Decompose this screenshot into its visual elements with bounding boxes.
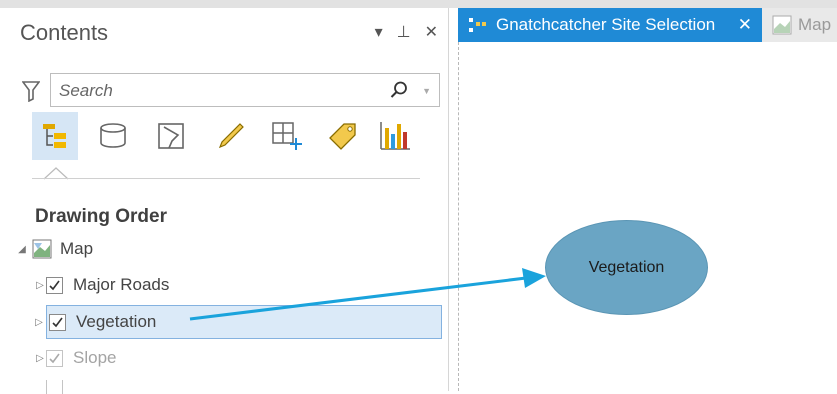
search-icon[interactable] [389,80,409,100]
collapse-triangle-icon[interactable]: ◢ [16,244,28,255]
layout-icon [469,18,486,32]
list-by-source-icon[interactable] [90,112,136,160]
close-pane-icon[interactable]: ✕ [425,22,438,42]
list-by-selection-icon[interactable] [148,112,194,160]
list-by-charts-icon[interactable] [372,112,418,160]
list-by-drawing-order-icon[interactable] [32,112,78,160]
pane-title: Contents [20,20,109,45]
map-icon [772,15,792,35]
layer-row-vegetation[interactable]: ▷ Vegetation [35,305,442,339]
expand-triangle-icon[interactable]: ▷ [34,353,46,364]
layer-label: Major Roads [73,275,170,294]
map-node[interactable]: ◢ Map [16,235,316,263]
layout-view[interactable] [458,42,837,391]
view-tab-strip: Gnatchcatcher Site Selection ✕ Map [458,8,837,42]
top-band [0,0,837,8]
contents-pane: Contents ▾ ⊥ ✕ ▼ [8,8,449,394]
expand-triangle-icon[interactable]: ▷ [33,317,45,328]
drawing-order-heading: Drawing Order [35,206,167,227]
layer-label: Vegetation [76,312,157,331]
list-by-editing-icon[interactable] [208,112,254,160]
tab-gnatchcatcher-site-selection[interactable]: Gnatchcatcher Site Selection ✕ [458,8,762,42]
pane-controls: ▾ ⊥ ✕ [375,22,438,42]
search-box: ▼ [50,73,440,107]
filter-icon[interactable] [22,80,40,102]
layer-visibility-checkbox[interactable] [46,349,63,367]
close-tab-icon[interactable]: ✕ [738,15,752,35]
map-icon [32,239,52,259]
map-label: Map [60,239,94,258]
layer-visibility-checkbox[interactable] [46,380,63,394]
toolbar-divider [32,178,420,179]
layer-label: Slope [73,348,117,367]
layer-visibility-checkbox[interactable] [46,276,63,294]
vegetation-callout: Vegetation [545,220,708,315]
callout-label: Vegetation [588,258,665,276]
pane-menu-icon[interactable]: ▾ [375,22,383,42]
tab-label: Map [798,15,832,34]
layer-row-partial[interactable] [34,380,334,394]
tab-label: Gnatchcatcher Site Selection [496,15,716,34]
tab-map[interactable]: Map [768,8,837,42]
list-by-toolbar [32,112,432,164]
list-by-labeling-icon[interactable] [320,112,366,160]
search-input[interactable] [57,78,381,104]
layer-visibility-checkbox[interactable] [49,313,66,331]
search-options-icon[interactable]: ▼ [422,86,431,96]
layer-row-slope[interactable]: ▷ Slope [34,344,334,372]
pin-icon[interactable]: ⊥ [397,22,411,42]
list-by-snapping-icon[interactable] [264,112,310,160]
layer-row-major-roads[interactable]: ▷ Major Roads [34,271,334,299]
expand-triangle-icon[interactable]: ▷ [34,280,46,291]
